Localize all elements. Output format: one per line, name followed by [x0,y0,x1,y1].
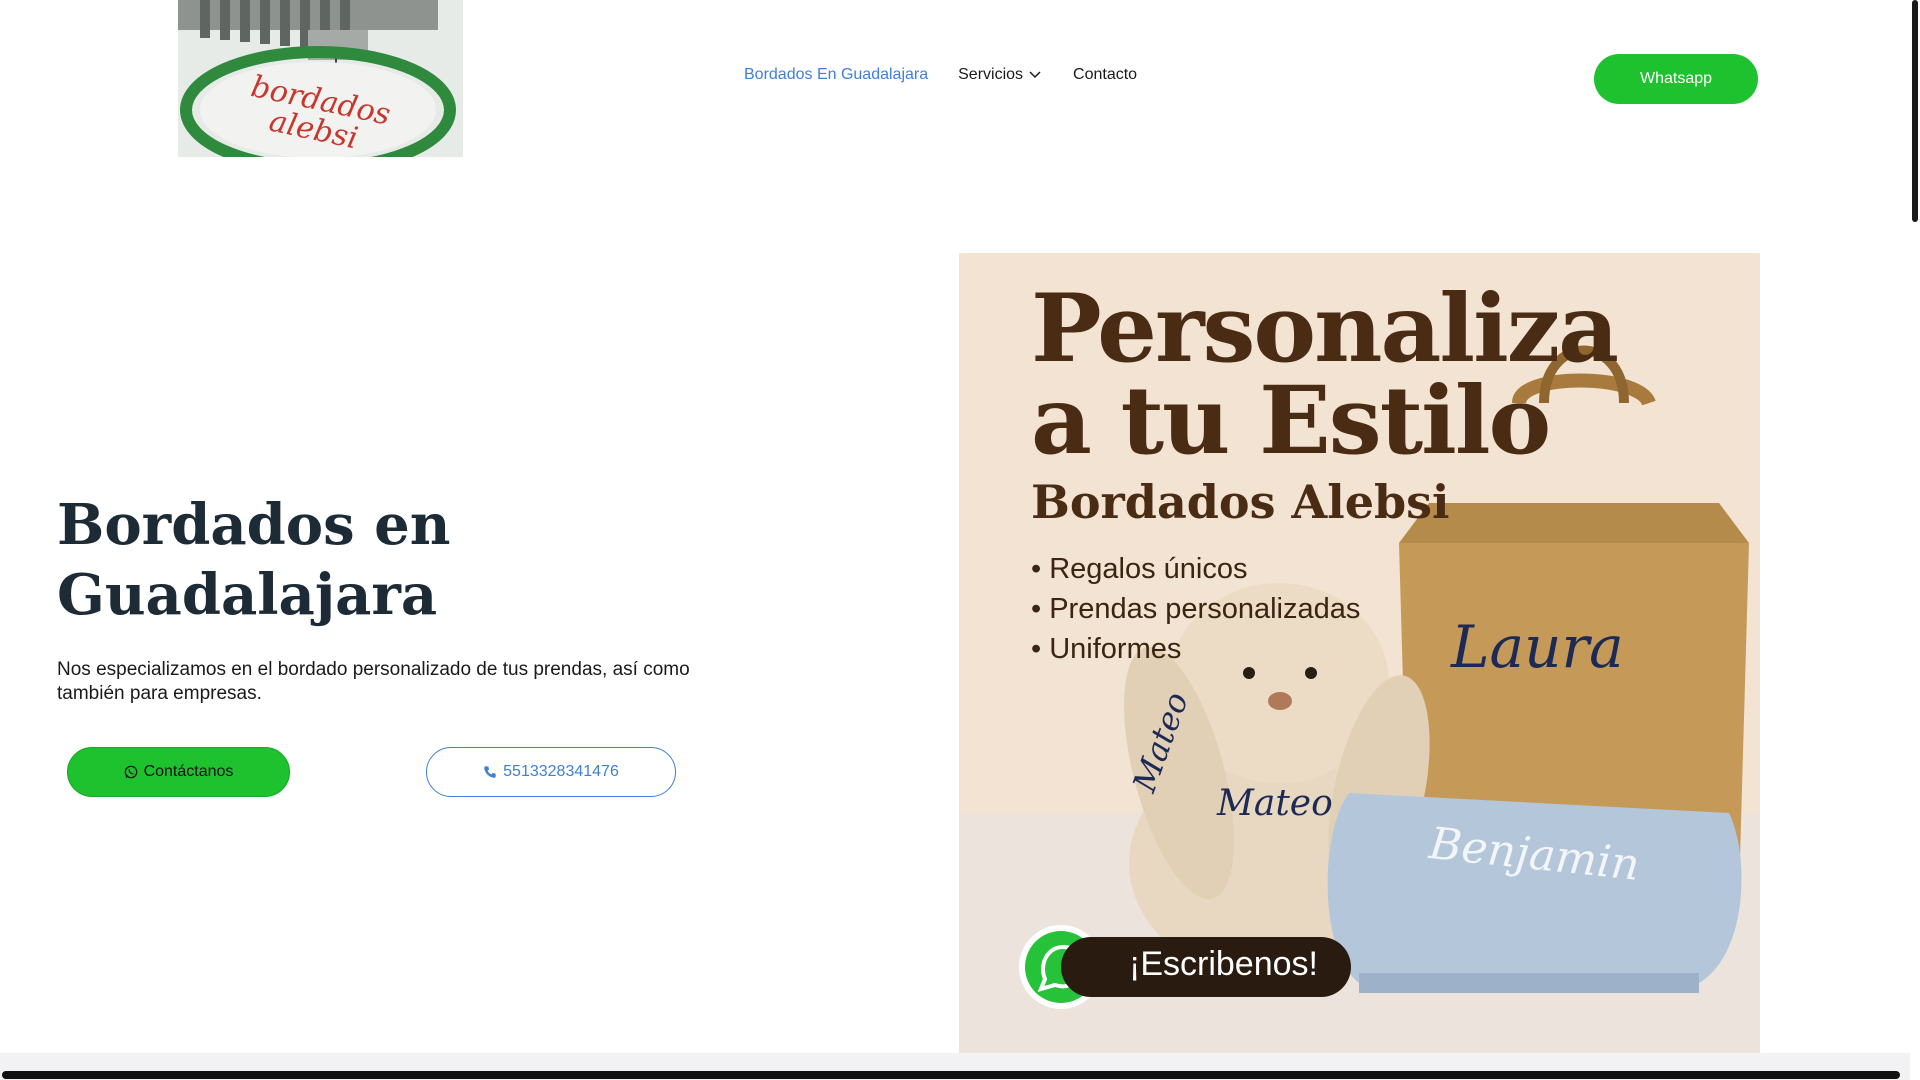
hero-title-line1: Bordados en [57,492,451,558]
contact-button-label: Contáctanos [143,763,234,780]
scrollbar-thumb[interactable] [1912,0,1918,222]
promo-bullet-list: Regalos únicos Prendas personalizadas Un… [1031,549,1360,669]
whatsapp-header-label: Whatsapp [1639,70,1713,87]
promo-headline: Personaliza a tu Estilo [1031,282,1619,468]
embroidery-machine-logo-image: bordados alebsi [178,0,463,157]
bunny-body-name: Mateo [1217,783,1333,824]
promo-brand: Bordados Alebsi [1031,475,1450,529]
bag-name-laura: Laura [1451,613,1624,681]
page-scrollbar[interactable] [1910,0,1920,1080]
nav-link-services[interactable]: Servicios [958,66,1041,84]
promo-cta-text: ¡Escribenos! [1129,945,1318,983]
site-logo[interactable]: bordados alebsi [178,0,463,157]
chevron-down-icon [1029,71,1041,79]
promo-banner-image: Personaliza a tu Estilo Bordados Alebsi … [959,253,1760,1055]
hero-description: Nos especializamos en el bordado persona… [57,659,690,704]
contact-button[interactable]: Contáctanos [67,747,290,797]
whatsapp-icon [124,765,137,779]
nav-link-home[interactable]: Bordados En Guadalajara [744,66,928,84]
phone-button[interactable]: 5513328341476 [426,747,676,797]
main-nav: Bordados En Guadalajara Servicios Contac… [744,66,1137,84]
phone-icon [484,766,496,778]
site-header: bordados alebsi Bordados En Guadalajara … [0,0,1910,160]
phone-button-label: 5513328341476 [503,763,619,780]
promo-bullet: Prendas personalizadas [1031,589,1360,629]
nav-services-label: Servicios [958,66,1024,83]
whatsapp-header-button[interactable]: Whatsapp [1594,54,1758,104]
hero-title-line2: Guadalajara [57,562,438,628]
promo-headline-line2: a tu Estilo [1031,366,1551,476]
horizontal-scrollbar[interactable] [2,1071,1900,1079]
promo-bullet: Uniformes [1031,629,1360,669]
nav-link-contact[interactable]: Contacto [1073,66,1137,84]
hero-title: Bordados en Guadalajara [57,490,657,630]
promo-bullet: Regalos únicos [1031,549,1360,589]
